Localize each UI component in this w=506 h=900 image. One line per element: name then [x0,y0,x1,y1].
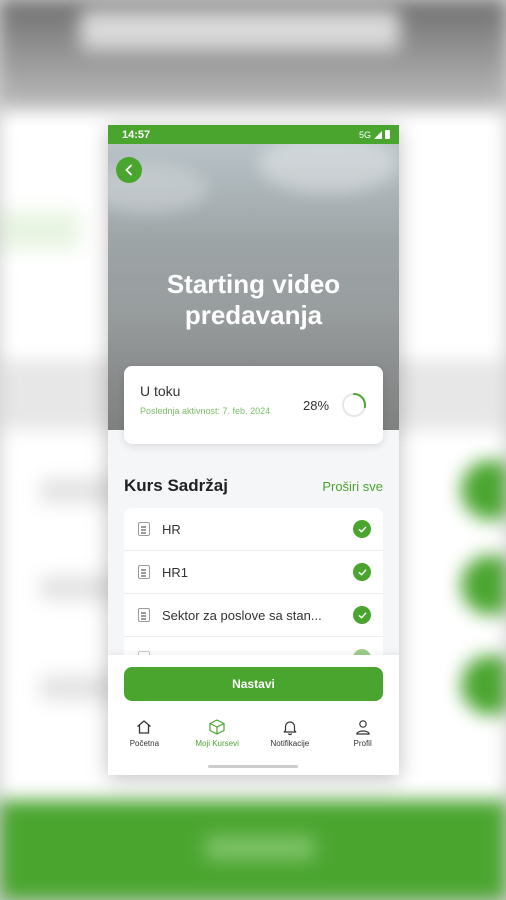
tab-notifications[interactable]: Notifikacije [254,718,327,758]
check-icon [353,606,371,624]
check-icon [353,520,371,538]
chevron-left-icon [125,164,132,176]
tab-label: Moji Kursevi [195,739,239,748]
status-icons: 5G [359,130,390,140]
tab-bar: Početna Moji Kursevi Notifikacije Profil [108,718,399,758]
tab-my-courses[interactable]: Moji Kursevi [181,718,254,758]
status-time: 14:57 [122,128,151,141]
document-icon [138,565,150,579]
lesson-title: HR1 [162,564,189,580]
person-icon [355,720,370,735]
progress-ring [342,393,366,417]
progress-percent: 28% [303,398,330,413]
lesson-item[interactable]: Sektor za poslove sa stan... [124,594,383,637]
progress-card: U toku Poslednja aktivnost: 7. feb. 2024… [124,366,383,444]
bottom-panel: Nastavi Početna Moji Kursevi Notifikacij… [108,655,399,775]
document-icon [138,608,150,622]
course-content-heading: Kurs Sadržaj [124,476,228,495]
check-icon [353,563,371,581]
box-icon [209,719,225,735]
lesson-item[interactable]: HR1 [124,551,383,594]
lesson-item[interactable]: HR [124,508,383,551]
lesson-title: HR [162,521,181,537]
phone-screen: 14:57 5G Starting video predavanja U tok… [108,125,399,775]
lesson-list: HR HR1 Sektor za poslove sa stan... [124,508,383,668]
lesson-title: Sektor za poslove sa stan... [162,607,322,623]
tab-label: Notifikacije [270,739,310,748]
tab-profile[interactable]: Profil [326,718,399,758]
bell-icon [283,721,297,736]
back-button[interactable] [116,157,142,183]
home-indicator [208,765,298,768]
document-icon [138,522,150,536]
signal-icon [374,130,382,139]
course-content-header: Kurs Sadržaj Proširi sve [124,476,383,496]
progress-status: U toku [140,383,181,399]
tab-home[interactable]: Početna [108,718,181,758]
home-icon [137,720,152,734]
tab-label: Početna [129,739,160,748]
continue-button[interactable]: Nastavi [124,667,383,701]
last-activity: Poslednja aktivnost: 7. feb. 2024 [140,406,271,416]
expand-all-button[interactable]: Proširi sve [322,479,383,494]
course-title: Starting video predavanja [166,269,341,330]
network-label: 5G [358,129,371,140]
tab-label: Profil [353,739,372,748]
battery-icon [385,130,390,139]
status-bar: 14:57 5G [108,125,399,144]
